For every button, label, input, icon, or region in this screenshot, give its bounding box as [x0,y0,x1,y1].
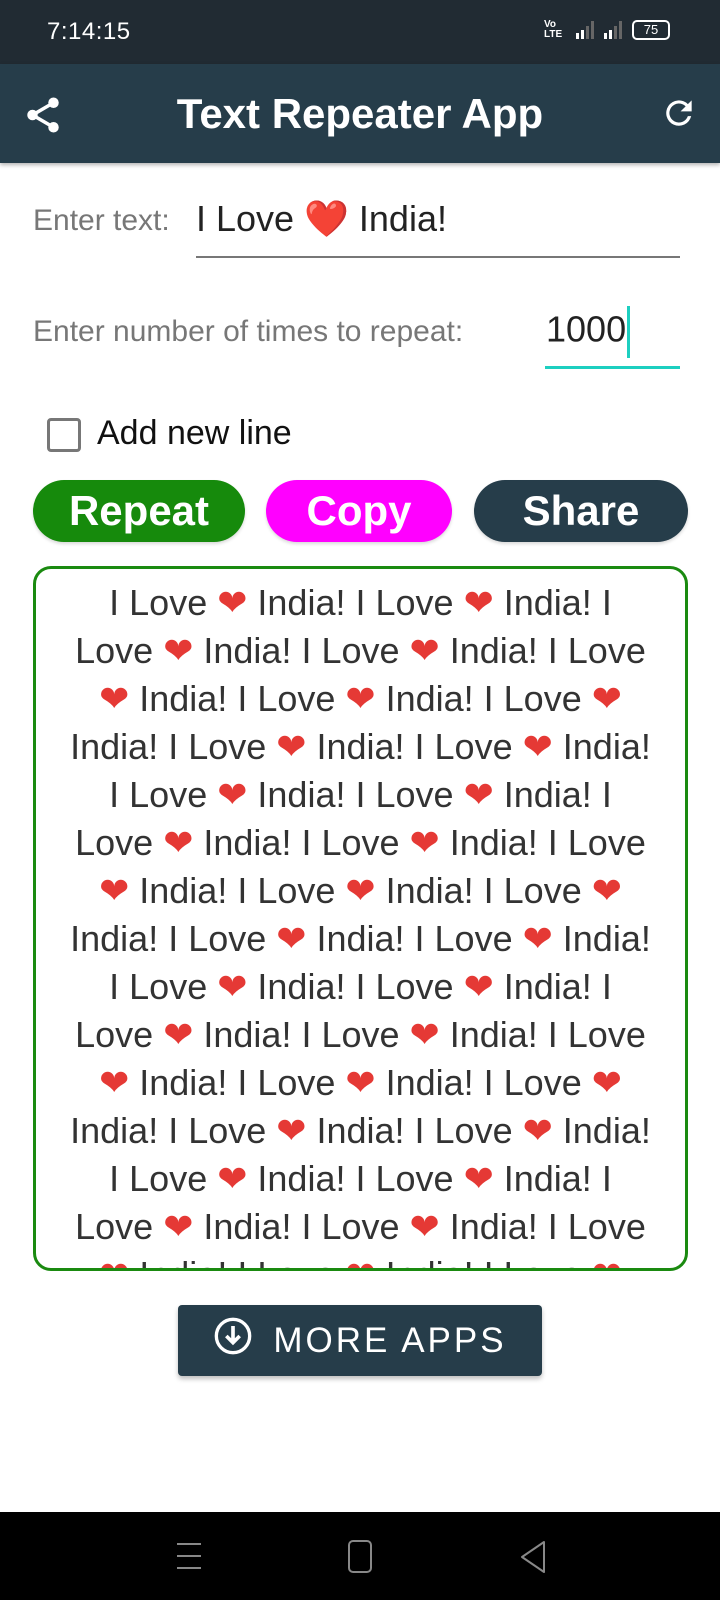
heart-emoji: ❤ [409,1014,440,1055]
volte-icon: Vo LTE [544,19,563,40]
add-new-line-checkbox[interactable] [47,418,81,452]
heart-emoji: ❤ [463,582,494,623]
repeat-button[interactable]: Repeat [33,480,245,542]
heart-emoji: ❤ [345,1062,376,1103]
refresh-icon[interactable] [660,94,698,137]
heart-emoji: ❤ [163,1206,194,1247]
heart-emoji: ❤ [591,678,622,719]
battery-icon: 75 [632,20,670,40]
heart-emoji: ❤ [409,630,440,671]
heart-emoji: ❤ [522,1110,553,1151]
heart-emoji: ❤ [345,678,376,719]
system-nav-bar [0,1512,720,1600]
copy-button[interactable]: Copy [266,480,452,542]
more-apps-button[interactable]: MORE APPS [178,1305,542,1376]
heart-emoji: ❤ [99,870,130,911]
status-bar: 7:14:15 Vo LTE 75 [0,0,720,64]
heart-emoji: ❤ [276,726,307,767]
add-new-line-label[interactable]: Add new line [97,414,292,453]
more-apps-label: MORE APPS [273,1320,507,1360]
heart-emoji: ❤ [276,918,307,959]
text-input[interactable]: I Love ❤️ India! [196,198,447,240]
heart-emoji: ❤ [99,1254,129,1268]
heart-emoji: ❤ [522,726,553,767]
heart-emoji: ❤ [99,1062,130,1103]
heart-emoji: ❤ [409,1206,440,1247]
heart-emoji: ❤ [345,870,376,911]
heart-emoji: ❤ [163,822,194,863]
heart-emoji: ❤ [345,1254,375,1268]
heart-emoji: ❤ [463,1158,494,1199]
heart-emoji: ❤ [463,966,494,1007]
text-label: Enter text: [33,204,170,237]
heart-emoji: ❤ [217,1158,248,1199]
heart-emoji: ❤ [592,1254,622,1268]
count-input[interactable]: 1000 [546,306,631,358]
heart-emoji: ❤ [276,1110,307,1151]
page-title: Text Repeater App [176,90,544,137]
heart-emoji: ❤ [217,582,248,623]
heart-emoji: ❤ [163,1014,194,1055]
heart-emoji: ❤ [522,918,553,959]
heart-emoji: ❤ [99,678,130,719]
home-icon[interactable] [348,1540,372,1579]
heart-emoji: ❤ [463,774,494,815]
status-time: 7:14:15 [47,18,131,45]
download-circle-icon [213,1316,253,1365]
heart-emoji: ❤ [163,630,194,671]
recents-icon[interactable] [176,1540,202,1577]
count-label: Enter number of times to repeat: [33,315,464,348]
output-text-area[interactable]: I Love ❤ India! I Love ❤ India! I Love ❤… [33,566,688,1271]
heart-emoji: ❤ [591,1062,622,1103]
share-button[interactable]: Share [474,480,688,542]
count-input-underline [545,366,680,369]
text-input-underline [196,256,680,258]
heart-emoji: ❤ [217,966,248,1007]
text-caret [627,306,631,358]
heart-emoji: ❤ [217,774,248,815]
signal-icon-2 [604,21,622,39]
back-icon[interactable] [520,1540,546,1579]
heart-emoji: ❤ [591,870,622,911]
app-bar: Text Repeater App [0,64,720,163]
repeated-text-output: I Love ❤ India! I Love ❤ India! I Love ❤… [66,579,655,1268]
signal-icon [576,21,594,39]
heart-emoji: ❤ [409,822,440,863]
count-value: 1000 [546,308,627,350]
